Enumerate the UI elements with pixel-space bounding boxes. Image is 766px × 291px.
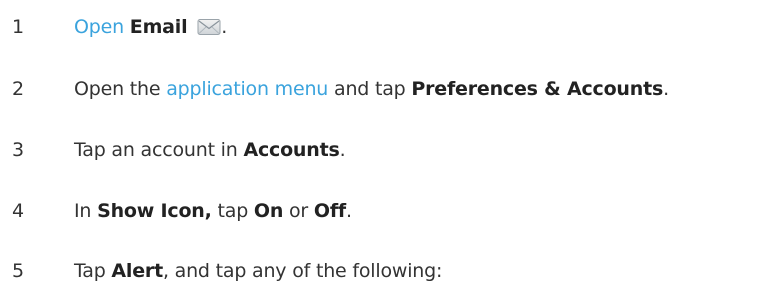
text-fragment: Tap an account in <box>74 139 244 161</box>
step-text: Tap Alert, and tap any of the following: <box>74 260 442 282</box>
accounts-term: Accounts <box>243 139 340 161</box>
email-envelope-icon <box>197 18 221 36</box>
step-text: In Show Icon, tap On or Off. <box>74 200 352 222</box>
text-fragment: , and tap any of the following: <box>162 260 443 282</box>
step-number: 2 <box>12 78 25 100</box>
text-fragment: . <box>345 200 352 222</box>
preferences-accounts-term: Preferences & Accounts <box>411 78 664 100</box>
open-link[interactable]: Open <box>74 16 124 38</box>
application-menu-link[interactable]: application menu <box>166 78 328 100</box>
text-fragment: . <box>663 78 669 100</box>
step-text: Open Email . <box>74 16 227 38</box>
show-icon-term: Show Icon, <box>97 200 212 222</box>
off-term: Off <box>313 200 346 222</box>
step-text: Open the application menu and tap Prefer… <box>74 78 669 100</box>
text-fragment: . <box>221 16 228 38</box>
alert-term: Alert <box>111 260 163 282</box>
step-text: Tap an account in Accounts. <box>74 139 346 161</box>
step-number: 1 <box>12 16 25 38</box>
step-number: 5 <box>12 260 25 282</box>
text-fragment: . <box>339 139 346 161</box>
step-number: 4 <box>12 200 25 222</box>
text-fragment: and tap <box>328 78 412 100</box>
email-app-name: Email <box>129 16 188 38</box>
text-fragment: or <box>283 200 314 222</box>
text-fragment: Tap <box>74 260 112 282</box>
text-fragment: tap <box>211 200 254 222</box>
text-fragment: In <box>74 200 98 222</box>
step-number: 3 <box>12 139 25 161</box>
on-term: On <box>253 200 284 222</box>
text-fragment: Open the <box>74 78 167 100</box>
